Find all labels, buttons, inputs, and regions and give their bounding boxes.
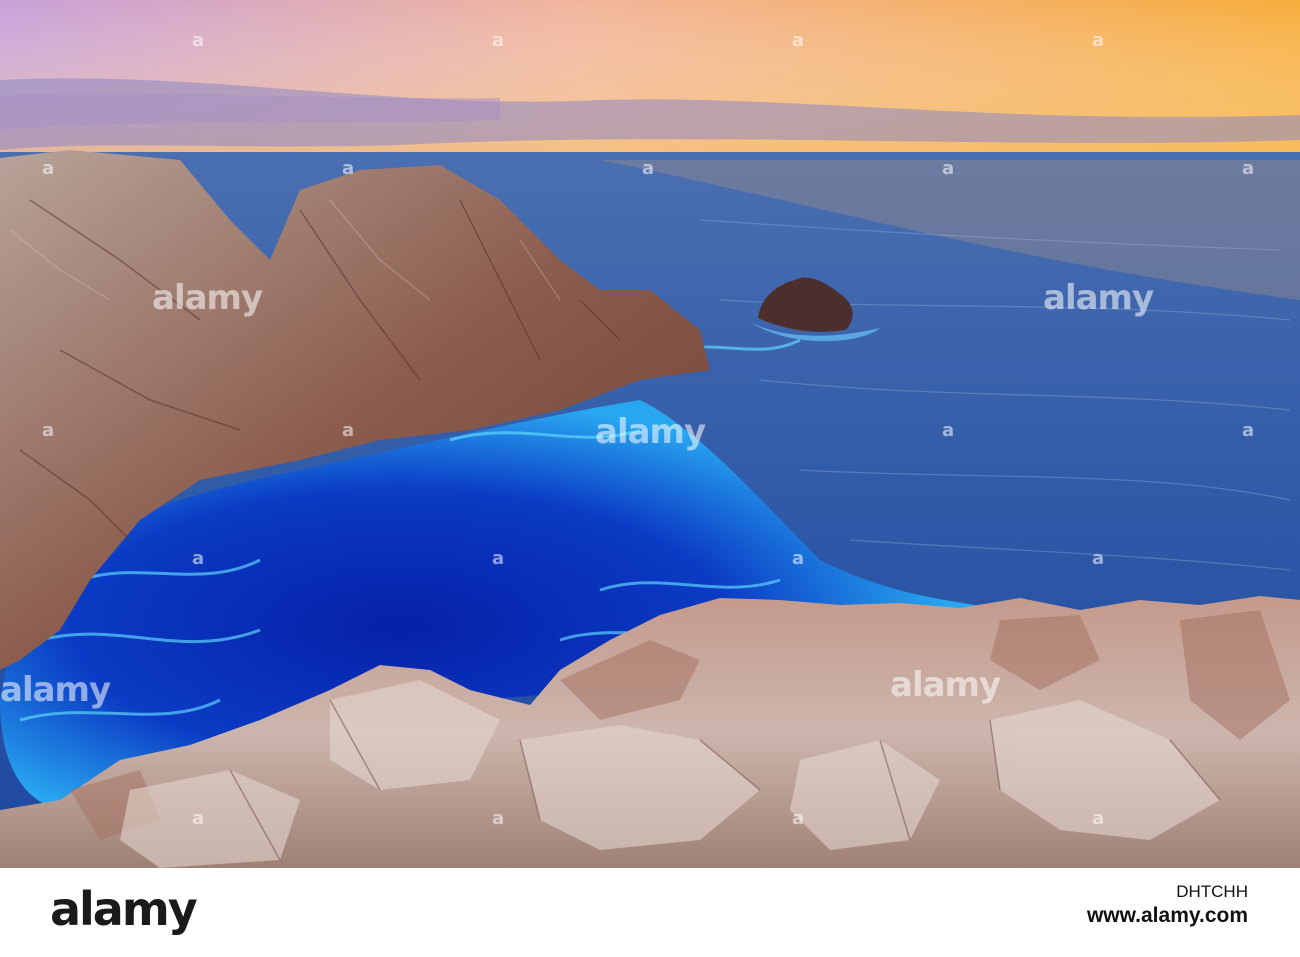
- image-id: DHTCHH: [1176, 882, 1248, 901]
- seascape-image: [0, 0, 1300, 868]
- brand-logo: alamy: [50, 882, 198, 936]
- photo: alamy alamy alamy alamy alamy a a a a a …: [0, 0, 1300, 868]
- stock-footer: alamy DHTCHH www.alamy.com: [0, 868, 1300, 957]
- site-url[interactable]: www.alamy.com: [1087, 905, 1248, 927]
- image-id-block: DHTCHH www.alamy.com: [1087, 881, 1248, 927]
